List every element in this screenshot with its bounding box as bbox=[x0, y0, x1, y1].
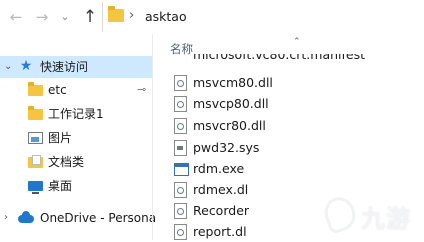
sidebar-item-etc[interactable]: etc ⊸ bbox=[0, 79, 152, 101]
sidebar-item-work-record[interactable]: 工作记录1 bbox=[0, 103, 152, 125]
address-bar-row: ← → ⌄ ↑ › asktao bbox=[0, 0, 424, 34]
folder-icon bbox=[28, 106, 43, 120]
documents-icon bbox=[28, 155, 43, 168]
file-name: pwd32.sys bbox=[193, 140, 260, 155]
sys-file-icon bbox=[174, 140, 187, 156]
watermark-logo-icon bbox=[320, 192, 360, 236]
file-name: report.dl bbox=[193, 224, 247, 239]
sidebar-item-label: OneDrive - Persona bbox=[40, 211, 157, 225]
pin-icon[interactable]: ⊸ bbox=[137, 79, 146, 101]
dll-file-icon bbox=[174, 203, 187, 219]
sidebar-item-desktop[interactable]: 桌面 bbox=[0, 175, 152, 197]
watermark: 九游 bbox=[320, 192, 424, 240]
folder-icon bbox=[28, 82, 43, 96]
list-item[interactable]: rdm.exe bbox=[170, 158, 424, 179]
chevron-down-icon[interactable]: ⌄ bbox=[4, 56, 12, 78]
forward-button[interactable]: → bbox=[32, 7, 52, 27]
sidebar-item-onedrive[interactable]: › OneDrive - Persona bbox=[0, 207, 156, 229]
list-item[interactable]: msvcr80.dll bbox=[170, 115, 424, 136]
file-name: rdm.exe bbox=[193, 161, 245, 176]
sidebar-item-documents[interactable]: 文档类 bbox=[0, 151, 152, 173]
sidebar-item-label: 桌面 bbox=[48, 179, 73, 193]
dll-file-icon bbox=[174, 182, 187, 198]
desktop-icon bbox=[28, 181, 43, 194]
sidebar-item-label: 快速访问 bbox=[40, 60, 89, 74]
list-item[interactable]: msvcp80.dll bbox=[170, 93, 424, 114]
list-item[interactable]: pwd32.sys bbox=[170, 137, 424, 158]
cloud-icon bbox=[18, 211, 34, 223]
file-name: msvcr80.dll bbox=[193, 118, 266, 133]
sidebar-item-label: 工作记录1 bbox=[48, 107, 104, 121]
recent-locations-button[interactable]: ⌄ bbox=[55, 7, 75, 27]
sidebar-item-pictures[interactable]: 图片 bbox=[0, 127, 152, 149]
path-separator-icon[interactable]: › bbox=[129, 8, 134, 23]
exe-file-icon bbox=[174, 163, 189, 176]
sidebar-item-label: etc bbox=[48, 83, 67, 97]
sidebar-item-label: 图片 bbox=[48, 131, 73, 145]
watermark-text: 九游 bbox=[361, 205, 411, 233]
up-button[interactable]: ↑ bbox=[80, 7, 100, 27]
sidebar-item-quick-access[interactable]: ⌄ ★ 快速访问 bbox=[0, 56, 152, 78]
chevron-right-icon[interactable]: › bbox=[4, 207, 8, 229]
address-field[interactable]: › asktao bbox=[102, 2, 424, 32]
dll-file-icon bbox=[174, 96, 187, 112]
sort-ascending-icon[interactable]: ⌃ bbox=[293, 37, 301, 47]
back-button[interactable]: ← bbox=[6, 7, 26, 27]
sidebar-item-label: 文档类 bbox=[48, 155, 85, 169]
navigation-pane: ⌄ ★ 快速访问 etc ⊸ 工作记录1 图片 文档类 桌面 › OneDriv… bbox=[0, 34, 156, 240]
folder-icon bbox=[108, 6, 124, 22]
breadcrumb-asktao[interactable]: asktao bbox=[145, 9, 187, 24]
file-name: msvcp80.dll bbox=[193, 96, 269, 111]
dll-file-icon bbox=[174, 118, 187, 134]
pictures-icon bbox=[28, 132, 43, 144]
dll-file-icon bbox=[174, 224, 187, 240]
file-name: Recorder bbox=[193, 203, 250, 218]
dll-file-icon bbox=[174, 75, 187, 91]
star-icon: ★ bbox=[19, 58, 33, 74]
file-name: msvcm80.dll bbox=[193, 75, 273, 90]
file-name: microsoft.vc80.crt.manifest bbox=[193, 54, 366, 62]
file-name: rdmex.dl bbox=[193, 182, 249, 197]
list-item[interactable]: microsoft.vc80.crt.manifest bbox=[170, 54, 424, 65]
list-item[interactable]: msvcm80.dll bbox=[170, 72, 424, 93]
